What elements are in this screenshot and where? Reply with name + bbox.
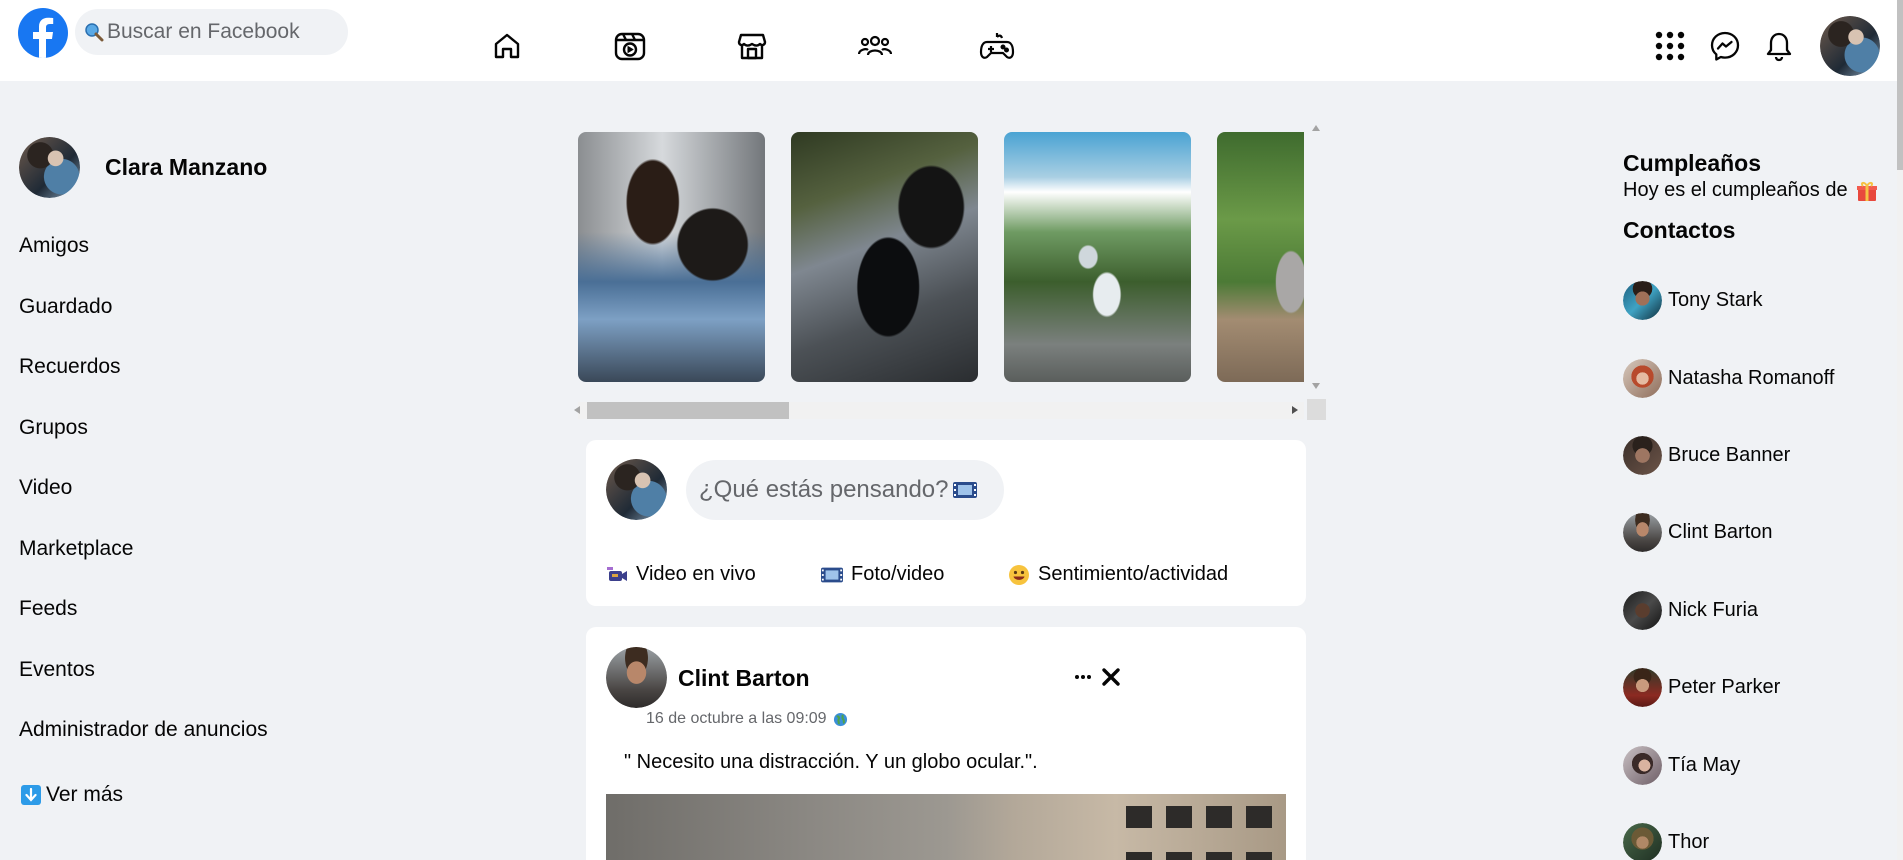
stories-scrollbar-thumb[interactable] [587,402,789,419]
story-card[interactable] [791,132,978,382]
see-more-label: Ver más [46,783,124,806]
post-meta: 16 de octubre a las 09:09 [646,710,848,728]
marketplace-icon[interactable] [733,27,771,65]
avatar-image [1820,16,1880,76]
sidebar-item-video[interactable]: Video [19,476,72,500]
scrollbar-corner [1307,399,1326,420]
feeling-activity-label: Sentimiento/actividad [1038,563,1229,585]
avatar [1623,823,1662,860]
sidebar-item-amigos[interactable]: Amigos [19,234,89,258]
film-icon [952,482,977,498]
contact-thor[interactable]: Thor [1623,823,1709,860]
live-video-icon [606,564,628,586]
stories-carousel [578,132,1304,382]
feed-post: Clint Barton 16 de octubre a las 09:09 "… [586,627,1306,860]
sidebar-item-marketplace[interactable]: Marketplace [19,537,133,561]
gaming-icon[interactable] [978,27,1016,65]
photo-video-label: Foto/video [851,563,945,585]
watch-icon[interactable] [611,27,649,65]
birthdays-title: Cumpleaños [1623,150,1762,176]
groups-icon[interactable] [856,27,894,65]
avatar [1623,359,1662,398]
sidebar-item-guardado[interactable]: Guardado [19,295,112,319]
contact-name: Natasha Romanoff [1668,367,1835,389]
menu-grid-icon[interactable] [1652,28,1688,64]
contact-name: Tía May [1668,754,1741,776]
avatar [1623,436,1662,475]
avatar [1623,668,1662,707]
avatar [1623,746,1662,785]
contact-tony-stark[interactable]: Tony Stark [1623,281,1762,320]
close-icon[interactable] [1098,664,1124,690]
photo-video-icon [821,564,843,586]
contact-name: Peter Parker [1668,676,1781,698]
live-video-label: Video en vivo [636,563,756,585]
post-image[interactable] [606,794,1286,860]
composer-placeholder: ¿Qué estás pensando? [699,476,949,503]
contact-bruce-banner[interactable]: Bruce Banner [1623,436,1790,475]
home-icon[interactable] [488,27,526,65]
post-composer: ¿Qué estás pensando? Video en vivo Foto/… [586,440,1306,606]
post-timestamp[interactable]: 16 de octubre a las 09:09 [646,710,827,728]
contact-peter-parker[interactable]: Peter Parker [1623,668,1780,707]
sidebar-item-feeds[interactable]: Feeds [19,597,77,621]
story-card[interactable] [1004,132,1191,382]
contact-nick-furia[interactable]: Nick Furia [1623,591,1758,630]
contact-name: Thor [1668,831,1710,853]
composer-input[interactable]: ¿Qué estás pensando? [686,460,1004,520]
more-options-icon[interactable] [1072,666,1094,688]
see-more-button[interactable]: Ver más [21,783,123,807]
page-scrollbar-thumb[interactable] [1897,0,1903,170]
scroll-left-arrow-icon[interactable] [573,405,581,415]
contact-name: Tony Stark [1668,289,1763,311]
sidebar-profile-link[interactable]: Clara Manzano [19,137,267,198]
messenger-icon[interactable] [1707,28,1743,64]
gift-icon [1856,181,1877,201]
avatar [1623,591,1662,630]
facebook-logo-icon[interactable] [18,8,68,58]
contact-name: Clint Barton [1668,521,1773,543]
avatar[interactable] [606,647,667,708]
feeling-activity-button[interactable]: Sentimiento/actividad [1008,563,1228,586]
search-input[interactable] [107,20,337,44]
sidebar-item-ads-manager[interactable]: Administrador de anuncios [19,718,268,742]
birthdays-text: Hoy es el cumpleaños de [1623,179,1848,201]
contact-clint-barton[interactable]: Clint Barton [1623,513,1773,552]
story-card[interactable] [1217,132,1304,382]
arrow-down-icon [21,785,41,805]
post-author[interactable]: Clint Barton [678,665,810,692]
post-text: " Necesito una distracción. Y un globo o… [624,751,1038,773]
contact-name: Bruce Banner [1668,444,1791,466]
scroll-right-arrow-icon[interactable] [1291,405,1299,415]
notifications-icon[interactable] [1761,28,1797,64]
scroll-down-arrow-icon[interactable] [1311,382,1321,390]
sidebar-item-eventos[interactable]: Eventos [19,658,95,682]
avatar [19,137,80,198]
contact-name: Nick Furia [1668,599,1759,621]
contact-tia-may[interactable]: Tía May [1623,746,1740,785]
search-box[interactable] [75,9,348,55]
avatar [1623,281,1662,320]
avatar [606,459,667,520]
contact-natasha-romanoff[interactable]: Natasha Romanoff [1623,359,1834,398]
search-icon [84,22,104,42]
photo-video-button[interactable]: Foto/video [821,563,944,586]
scroll-up-arrow-icon[interactable] [1311,124,1321,132]
avatar [1623,513,1662,552]
globe-icon [833,712,847,726]
account-avatar[interactable] [1820,16,1880,76]
live-video-button[interactable]: Video en vivo [606,563,756,586]
feeling-icon [1008,564,1030,586]
story-card[interactable] [578,132,765,382]
top-navigation-bar [0,0,1903,81]
profile-name: Clara Manzano [105,154,268,180]
sidebar-item-recuerdos[interactable]: Recuerdos [19,355,121,379]
contacts-title: Contactos [1623,217,1736,243]
sidebar-item-grupos[interactable]: Grupos [19,416,88,440]
birthdays-row: Hoy es el cumpleaños de [1623,179,1878,202]
